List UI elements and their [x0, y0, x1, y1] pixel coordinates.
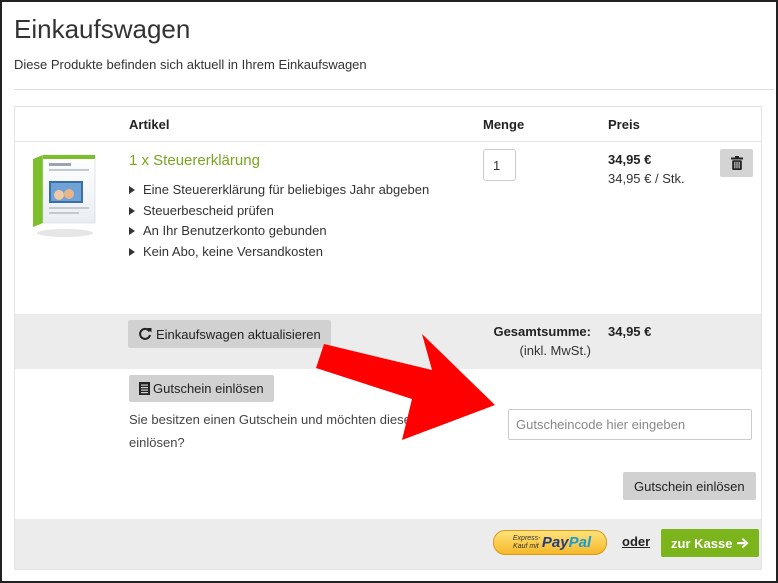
- paypal-express-button[interactable]: Express-Kauf mit PayPal: [493, 530, 607, 555]
- product-box-image: [33, 154, 96, 237]
- totals-row: Einkaufswagen aktualisieren Gesamtsumme:…: [15, 314, 761, 369]
- table-header-divider: [15, 141, 761, 142]
- list-item: Kein Abo, keine Versandkosten: [129, 242, 429, 263]
- trash-icon: [730, 156, 743, 170]
- voucher-description: Sie besitzen einen Gutschein und möchten…: [129, 412, 446, 450]
- list-item: An Ihr Benutzerkonto gebunden: [129, 221, 429, 242]
- paypal-caption: Express-Kauf mit: [512, 534, 541, 550]
- column-header-article: Artikel: [129, 117, 170, 132]
- column-header-quantity: Menge: [483, 117, 525, 132]
- page-title: Einkaufswagen: [14, 14, 191, 44]
- column-header-price: Preis: [608, 117, 640, 132]
- bullet-icon: [129, 186, 135, 195]
- page-frame: Einkaufswagen Diese Produkte befinden si…: [0, 0, 778, 583]
- page-subtitle: Diese Produkte befinden sich aktuell in …: [14, 57, 367, 72]
- product-name[interactable]: 1 x Steuererklärung: [129, 152, 260, 169]
- arrow-right-icon: [737, 538, 749, 549]
- list-item: Steuerbescheid prüfen: [129, 201, 429, 222]
- voucher-toggle-button[interactable]: Gutschein einlösen: [129, 375, 274, 402]
- item-unit-price: 34,95 € / Stk.: [608, 171, 685, 186]
- cart-table: Artikel Menge Preis 1 x Steuererklärung …: [14, 106, 762, 570]
- total-label: Gesamtsumme:: [493, 324, 591, 339]
- total-tax-note: (inkl. MwSt.): [519, 343, 592, 358]
- checkout-row: Express-Kauf mit PayPal oder zur Kasse: [15, 519, 761, 569]
- list-icon: [139, 382, 150, 395]
- paypal-logo: PayPal: [541, 534, 592, 551]
- header-divider: [14, 89, 774, 90]
- refresh-icon: [139, 327, 152, 340]
- item-price: 34,95 €: [608, 152, 652, 167]
- bullet-icon: [129, 227, 135, 236]
- delete-item-button[interactable]: [720, 149, 753, 177]
- or-link[interactable]: oder: [622, 534, 650, 549]
- list-item: Eine Steuererklärung für beliebiges Jahr…: [129, 180, 429, 201]
- checkout-button[interactable]: zur Kasse: [661, 529, 760, 557]
- update-cart-button[interactable]: Einkaufswagen aktualisieren: [128, 320, 331, 348]
- voucher-code-input[interactable]: [508, 409, 752, 440]
- voucher-submit-button[interactable]: Gutschein einlösen: [623, 472, 756, 500]
- quantity-input[interactable]: [483, 149, 516, 181]
- bullet-icon: [129, 247, 135, 256]
- total-value: 34,95 €: [608, 324, 652, 339]
- product-feature-list: Eine Steuererklärung für beliebiges Jahr…: [129, 180, 429, 262]
- bullet-icon: [129, 206, 135, 215]
